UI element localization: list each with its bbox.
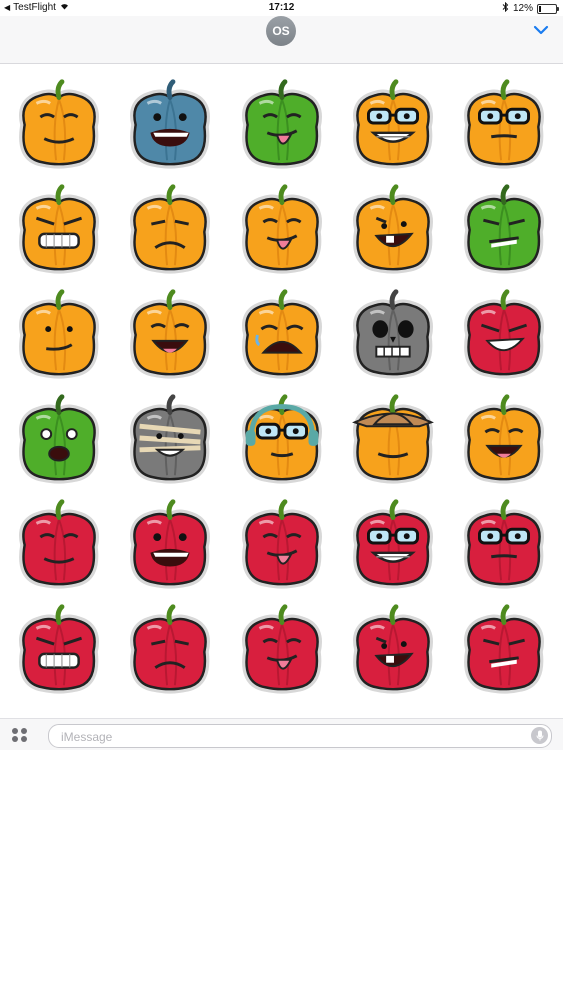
chevron-down-icon[interactable]	[531, 22, 551, 38]
sticker-pumpkin-grin[interactable]	[341, 178, 445, 278]
sticker-pumpkin-candy-hair[interactable]	[452, 388, 556, 488]
sticker-pumpkin-blue-monster[interactable]	[118, 73, 222, 173]
sticker-pumpkin-crying[interactable]	[230, 283, 334, 383]
battery-percent: 12%	[512, 3, 533, 14]
sticker-pumpkin-nerd-glasses[interactable]	[452, 73, 556, 173]
sticker-pumpkin-green-grimace[interactable]	[452, 178, 556, 278]
conversation-header: OS	[0, 16, 563, 64]
app-drawer-icon[interactable]	[10, 727, 30, 743]
sticker-pumpkin-skull[interactable]	[341, 283, 445, 383]
sticker-pumpkin-cowboy[interactable]	[341, 388, 445, 488]
bluetooth-icon	[502, 1, 509, 15]
sticker-apple-scared[interactable]	[118, 493, 222, 593]
sticker-pumpkin-robin-hood[interactable]	[118, 283, 222, 383]
status-bar: ◀ TestFlight 17:12 12%	[0, 0, 563, 16]
battery-level-fill	[539, 5, 541, 12]
message-input[interactable]	[59, 728, 523, 746]
sticker-apple-braces-glasses[interactable]	[341, 493, 445, 593]
sticker-apple-nerd-glasses[interactable]	[452, 493, 556, 593]
message-field[interactable]	[48, 724, 552, 748]
sticker-pumpkin-frown[interactable]	[118, 178, 222, 278]
microphone-icon[interactable]	[531, 727, 548, 744]
sticker-pumpkin-braces-glasses[interactable]	[341, 73, 445, 173]
sticker-apple-tongue-side[interactable]	[230, 493, 334, 593]
sticker-pumpkin-tongue[interactable]	[230, 178, 334, 278]
sticker-apple-angry-headband[interactable]	[7, 598, 111, 698]
sticker-apple-frown[interactable]	[118, 598, 222, 698]
sticker-pumpkin-headphones[interactable]	[230, 388, 334, 488]
sticker-pumpkin-angry-headband[interactable]	[7, 178, 111, 278]
sticker-apple-grin[interactable]	[341, 598, 445, 698]
sticker-pumpkin-mummy[interactable]	[118, 388, 222, 488]
sticker-pumpkin-zombie[interactable]	[7, 388, 111, 488]
battery-icon	[537, 3, 559, 14]
sticker-pumpkin-content[interactable]	[7, 73, 111, 173]
sticker-pumpkin-devil[interactable]	[452, 283, 556, 383]
sticker-apple-grimace[interactable]	[452, 598, 556, 698]
sticker-grid	[0, 63, 563, 721]
message-input-bar	[0, 718, 563, 750]
contact-avatar[interactable]: OS	[266, 16, 296, 46]
status-right: 12%	[502, 1, 559, 15]
messages-app: ◀ TestFlight 17:12 12% OS	[0, 0, 563, 750]
status-time: 17:12	[268, 2, 295, 13]
sticker-pumpkin-smug[interactable]	[7, 283, 111, 383]
sticker-pumpkin-green-tongue[interactable]	[230, 73, 334, 173]
sticker-apple-tongue[interactable]	[230, 598, 334, 698]
sticker-apple-content[interactable]	[7, 493, 111, 593]
